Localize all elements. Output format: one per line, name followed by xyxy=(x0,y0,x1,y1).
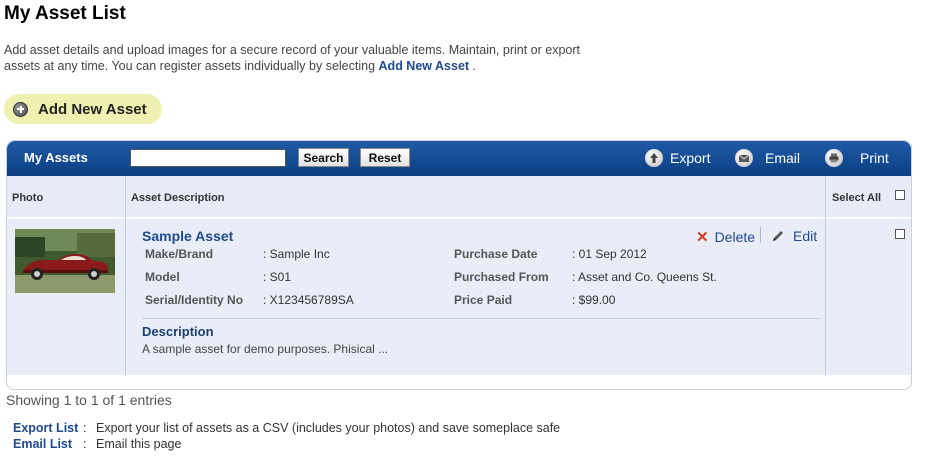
column-divider xyxy=(825,176,826,376)
pencil-icon xyxy=(773,231,783,241)
intro-add-asset-link[interactable]: Add New Asset xyxy=(379,59,470,73)
delete-button[interactable]: ✕ Delete xyxy=(696,228,755,246)
export-button[interactable]: Export xyxy=(645,149,710,167)
description-divider xyxy=(142,318,821,319)
toolbar-title: My Assets xyxy=(24,150,88,165)
header-asset-description: Asset Description xyxy=(131,192,225,204)
field-value-price-paid: : $99.00 xyxy=(572,293,616,307)
header-select-all: Select All xyxy=(832,192,882,204)
export-icon xyxy=(645,149,663,167)
description-text: A sample asset for demo purposes. Phisic… xyxy=(142,342,389,356)
header-photo: Photo xyxy=(12,192,44,204)
footer-colon: : xyxy=(83,421,87,435)
field-value-serial: : X123456789SA xyxy=(263,293,354,307)
intro-paragraph: Add asset details and upload images for … xyxy=(4,42,584,74)
delete-x-icon: ✕ xyxy=(696,229,709,246)
add-new-asset-label: Add New Asset xyxy=(38,100,147,118)
field-label-model: Model xyxy=(145,270,180,284)
field-value-model: : S01 xyxy=(263,270,292,284)
email-icon xyxy=(735,149,753,167)
edit-label: Edit xyxy=(793,228,818,244)
field-value-make: : Sample Inc xyxy=(263,247,330,261)
export-label: Export xyxy=(670,150,711,166)
field-value-purchase-date: : 01 Sep 2012 xyxy=(572,247,647,261)
page-title: My Asset List xyxy=(4,3,126,24)
field-label-purchased-from: Purchased From xyxy=(454,270,549,284)
email-list-description: Email this page xyxy=(96,437,182,451)
export-list-link[interactable]: Export List xyxy=(13,421,78,435)
entries-count: Showing 1 to 1 of 1 entries xyxy=(6,392,172,408)
vintage-red-car-photo-icon xyxy=(15,229,115,293)
asset-title-link[interactable]: Sample Asset xyxy=(142,228,233,244)
email-list-link[interactable]: Email List xyxy=(13,437,72,451)
search-button[interactable]: Search xyxy=(298,148,349,167)
intro-end: . xyxy=(472,59,477,73)
email-label: Email xyxy=(765,150,801,166)
column-divider xyxy=(125,176,126,376)
action-divider xyxy=(760,227,761,243)
add-new-asset-button[interactable]: Add New Asset xyxy=(4,94,162,124)
row-select-checkbox[interactable] xyxy=(895,229,905,239)
select-all-checkbox[interactable] xyxy=(895,190,905,200)
reset-button[interactable]: Reset xyxy=(360,148,410,167)
assets-toolbar: My Assets Search Reset Export Email Prin… xyxy=(7,141,911,176)
field-value-purchased-from: : Asset and Co. Queens St. xyxy=(572,270,717,284)
print-label: Print xyxy=(860,150,889,166)
edit-button[interactable]: Edit xyxy=(771,228,817,244)
assets-panel: My Assets Search Reset Export Email Prin… xyxy=(6,140,912,390)
print-icon xyxy=(825,149,843,167)
intro-text: Add asset details and upload images for … xyxy=(4,43,581,73)
field-label-make: Make/Brand xyxy=(145,247,214,261)
field-label-serial: Serial/Identity No xyxy=(145,293,244,307)
description-title: Description xyxy=(142,324,214,339)
asset-photo[interactable] xyxy=(15,229,115,293)
search-input[interactable] xyxy=(130,149,286,167)
export-list-description: Export your list of assets as a CSV (inc… xyxy=(96,421,561,435)
plus-circle-icon xyxy=(13,101,28,117)
field-label-purchase-date: Purchase Date xyxy=(454,247,538,261)
field-label-price-paid: Price Paid xyxy=(454,293,513,307)
print-button[interactable]: Print xyxy=(825,149,889,167)
email-button[interactable]: Email xyxy=(735,149,800,167)
delete-label: Delete xyxy=(714,229,756,245)
footer-colon: : xyxy=(83,437,87,451)
